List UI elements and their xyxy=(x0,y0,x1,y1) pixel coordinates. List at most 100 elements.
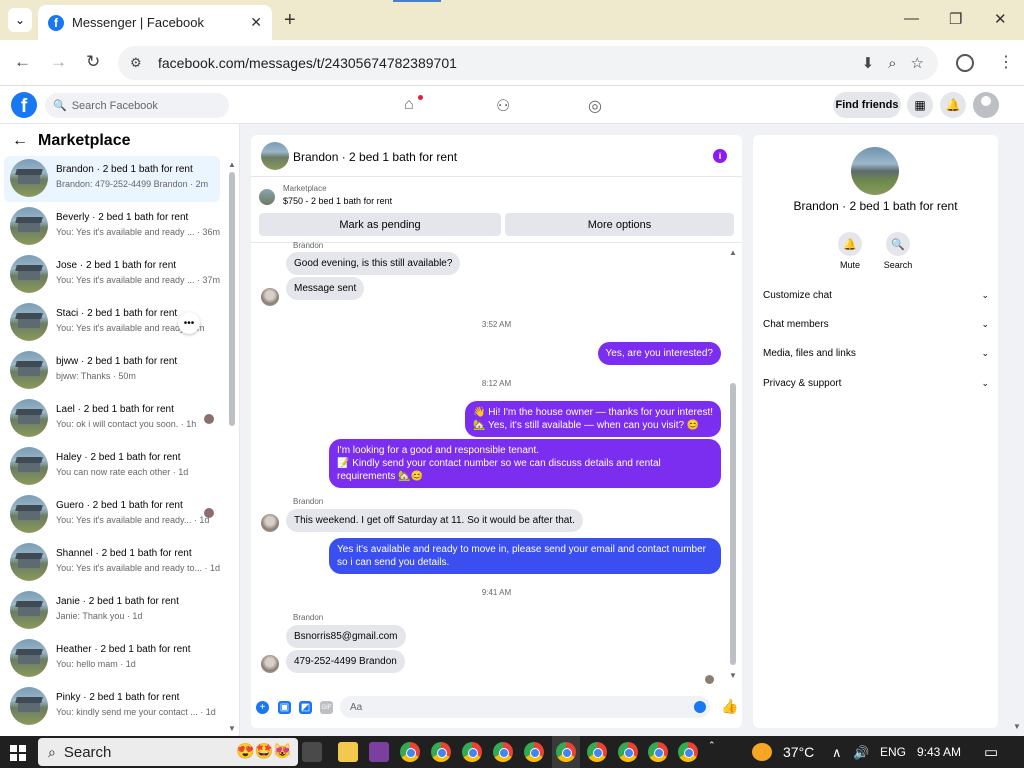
new-tab-icon[interactable]: + xyxy=(284,9,296,32)
reload-icon[interactable]: ↻ xyxy=(86,52,100,72)
site-settings-icon[interactable]: ⚙ xyxy=(130,55,148,71)
sender-avatar[interactable] xyxy=(261,288,279,306)
chrome-icon[interactable] xyxy=(556,742,576,762)
conversation-item[interactable]: Pinky · 2 bed 1 bath for rent You: kindl… xyxy=(4,684,220,730)
conversation-item[interactable]: Jose · 2 bed 1 bath for rent You: Yes it… xyxy=(4,252,220,298)
tray-chevron-icon[interactable]: ∧ xyxy=(832,745,842,761)
home-icon[interactable]: ⌂ xyxy=(404,96,414,114)
conversation-name: Brandon · 2 bed 1 bath for rent xyxy=(56,164,193,175)
read-receipt-avatar xyxy=(204,414,214,424)
bell-icon: 🔔 xyxy=(838,232,862,256)
browser-tab-messenger[interactable]: f Messenger | Facebook ✕ xyxy=(38,5,272,40)
conversation-item[interactable]: Janie · 2 bed 1 bath for rent Janie: Tha… xyxy=(4,588,220,634)
photo-icon[interactable]: ▣ xyxy=(278,701,291,714)
chat-title[interactable]: Brandon · 2 bed 1 bath for rent xyxy=(293,150,457,164)
menu-grid-icon[interactable]: ▦ xyxy=(907,92,933,118)
conversation-item[interactable]: Beverly · 2 bed 1 bath for rent You: Yes… xyxy=(4,204,220,250)
taskbar-overflow-chevron-icon[interactable]: ⌃ xyxy=(708,740,716,751)
bookmark-star-icon[interactable]: ☆ xyxy=(911,54,924,72)
chat-avatar[interactable] xyxy=(261,142,289,170)
back-icon[interactable]: ← xyxy=(14,52,31,72)
browser-menu-icon[interactable]: ⋮ xyxy=(998,52,1014,72)
conversation-item[interactable]: Haley · 2 bed 1 bath for rent You can no… xyxy=(4,444,220,490)
info-icon[interactable]: i xyxy=(713,149,727,163)
notification-center-icon[interactable]: ▭ xyxy=(984,743,998,761)
message-input[interactable]: Aa xyxy=(340,696,710,718)
window-close-icon[interactable]: ✕ xyxy=(994,10,1007,28)
address-bar[interactable]: ⚙ facebook.com/messages/t/24305674782389… xyxy=(118,46,938,80)
chat-scrollbar[interactable] xyxy=(730,383,736,665)
conversation-item[interactable]: Shannel · 2 bed 1 bath for rent You: Yes… xyxy=(4,540,220,586)
zoom-icon[interactable]: ⌕ xyxy=(888,55,896,72)
account-avatar[interactable] xyxy=(973,92,999,118)
tab-close-icon[interactable]: ✕ xyxy=(250,14,262,31)
list-scrollbar[interactable] xyxy=(229,172,235,426)
install-app-icon[interactable]: ⬇ xyxy=(862,54,875,72)
conversation-item[interactable]: Brandon · 2 bed 1 bath for rent Brandon:… xyxy=(4,156,220,202)
conversation-item[interactable]: Lael · 2 bed 1 bath for rent You: ok i w… xyxy=(4,396,220,442)
plus-icon[interactable]: + xyxy=(256,701,269,714)
facebook-logo[interactable]: f xyxy=(11,92,37,118)
thumbs-up-icon[interactable]: 👍 xyxy=(721,698,738,715)
more-options-button[interactable]: More options xyxy=(505,213,734,236)
forward-icon[interactable]: → xyxy=(50,52,67,72)
chrome-icon[interactable] xyxy=(431,742,451,762)
listing-avatar[interactable] xyxy=(851,147,899,195)
chrome-icon[interactable] xyxy=(400,742,420,762)
find-friends-button[interactable]: Find friends xyxy=(833,92,901,118)
conversation-item[interactable]: Staci · 2 bed 1 bath for rent You: Yes i… xyxy=(4,300,220,346)
task-view-icon[interactable] xyxy=(302,742,322,762)
incoming-message: 479-252-4499 Brandon xyxy=(286,650,405,673)
chrome-icon[interactable] xyxy=(648,742,668,762)
file-explorer-icon[interactable] xyxy=(338,742,358,762)
privacy-support-row[interactable]: Privacy & support ⌄ xyxy=(763,373,989,393)
emoji-icon[interactable] xyxy=(694,701,706,713)
restore-icon[interactable]: ❐ xyxy=(949,10,962,28)
more-options-icon[interactable]: ••• xyxy=(178,312,200,334)
temperature[interactable]: 37°C xyxy=(783,744,814,760)
conversation-item[interactable]: bjww · 2 bed 1 bath for rent bjww: Thank… xyxy=(4,348,220,394)
chrome-icon[interactable] xyxy=(462,742,482,762)
conversation-list: ← Marketplace Brandon · 2 bed 1 bath for… xyxy=(0,124,240,736)
volume-icon[interactable]: 🔊 xyxy=(853,745,869,761)
scroll-down-arrow-icon[interactable]: ▼ xyxy=(1013,722,1021,731)
tab-search-chevron-icon[interactable]: ⌄ xyxy=(8,8,32,32)
minimize-icon[interactable]: — xyxy=(904,10,919,27)
conversation-item[interactable]: Heather · 2 bed 1 bath for rent You: hel… xyxy=(4,636,220,682)
gif-icon[interactable]: GIF xyxy=(320,701,333,714)
search-button[interactable]: 🔍 Search xyxy=(878,232,918,270)
sticker-icon[interactable]: ◩ xyxy=(299,701,312,714)
scroll-up-arrow-icon[interactable]: ▲ xyxy=(228,160,236,169)
profile-icon[interactable] xyxy=(956,54,974,72)
scroll-down-arrow-icon[interactable]: ▼ xyxy=(228,724,236,733)
url-text[interactable]: facebook.com/messages/t/2430567478238970… xyxy=(158,55,862,71)
friends-icon[interactable]: ⚇ xyxy=(496,96,510,116)
language-indicator[interactable]: ENG xyxy=(880,745,906,759)
conversation-item[interactable]: Guero · 2 bed 1 bath for rent You: Yes i… xyxy=(4,492,220,538)
chrome-icon[interactable] xyxy=(678,742,698,762)
page-scrollbar[interactable]: ▼ xyxy=(1010,124,1024,736)
scroll-up-arrow-icon[interactable]: ▲ xyxy=(729,248,737,257)
groups-icon[interactable]: ◎ xyxy=(588,96,602,116)
chrome-icon[interactable] xyxy=(587,742,607,762)
search-highlight-emoji-icon[interactable]: 😍🤩😻 xyxy=(236,742,292,760)
weather-icon[interactable] xyxy=(752,743,772,761)
back-arrow-icon[interactable]: ← xyxy=(12,132,28,150)
store-app-icon[interactable] xyxy=(369,742,389,762)
chat-members-row[interactable]: Chat members ⌄ xyxy=(763,314,989,334)
facebook-search-input[interactable]: 🔍 Search Facebook xyxy=(45,93,229,118)
media-files-links-row[interactable]: Media, files and links ⌄ xyxy=(763,343,989,363)
customize-chat-row[interactable]: Customize chat ⌄ xyxy=(763,285,989,305)
chrome-icon[interactable] xyxy=(524,742,544,762)
chrome-icon[interactable] xyxy=(618,742,638,762)
notifications-bell-icon[interactable]: 🔔 xyxy=(940,92,966,118)
sender-avatar[interactable] xyxy=(261,514,279,532)
mute-button[interactable]: 🔔 Mute xyxy=(830,232,870,270)
chrome-icon[interactable] xyxy=(493,742,513,762)
windows-start-icon[interactable] xyxy=(10,745,26,761)
mark-as-pending-button[interactable]: Mark as pending xyxy=(259,213,501,236)
scroll-down-arrow-icon[interactable]: ▼ xyxy=(729,671,737,680)
listing-thumbnail xyxy=(10,207,48,245)
sender-avatar[interactable] xyxy=(261,655,279,673)
clock[interactable]: 9:43 AM xyxy=(917,745,961,759)
